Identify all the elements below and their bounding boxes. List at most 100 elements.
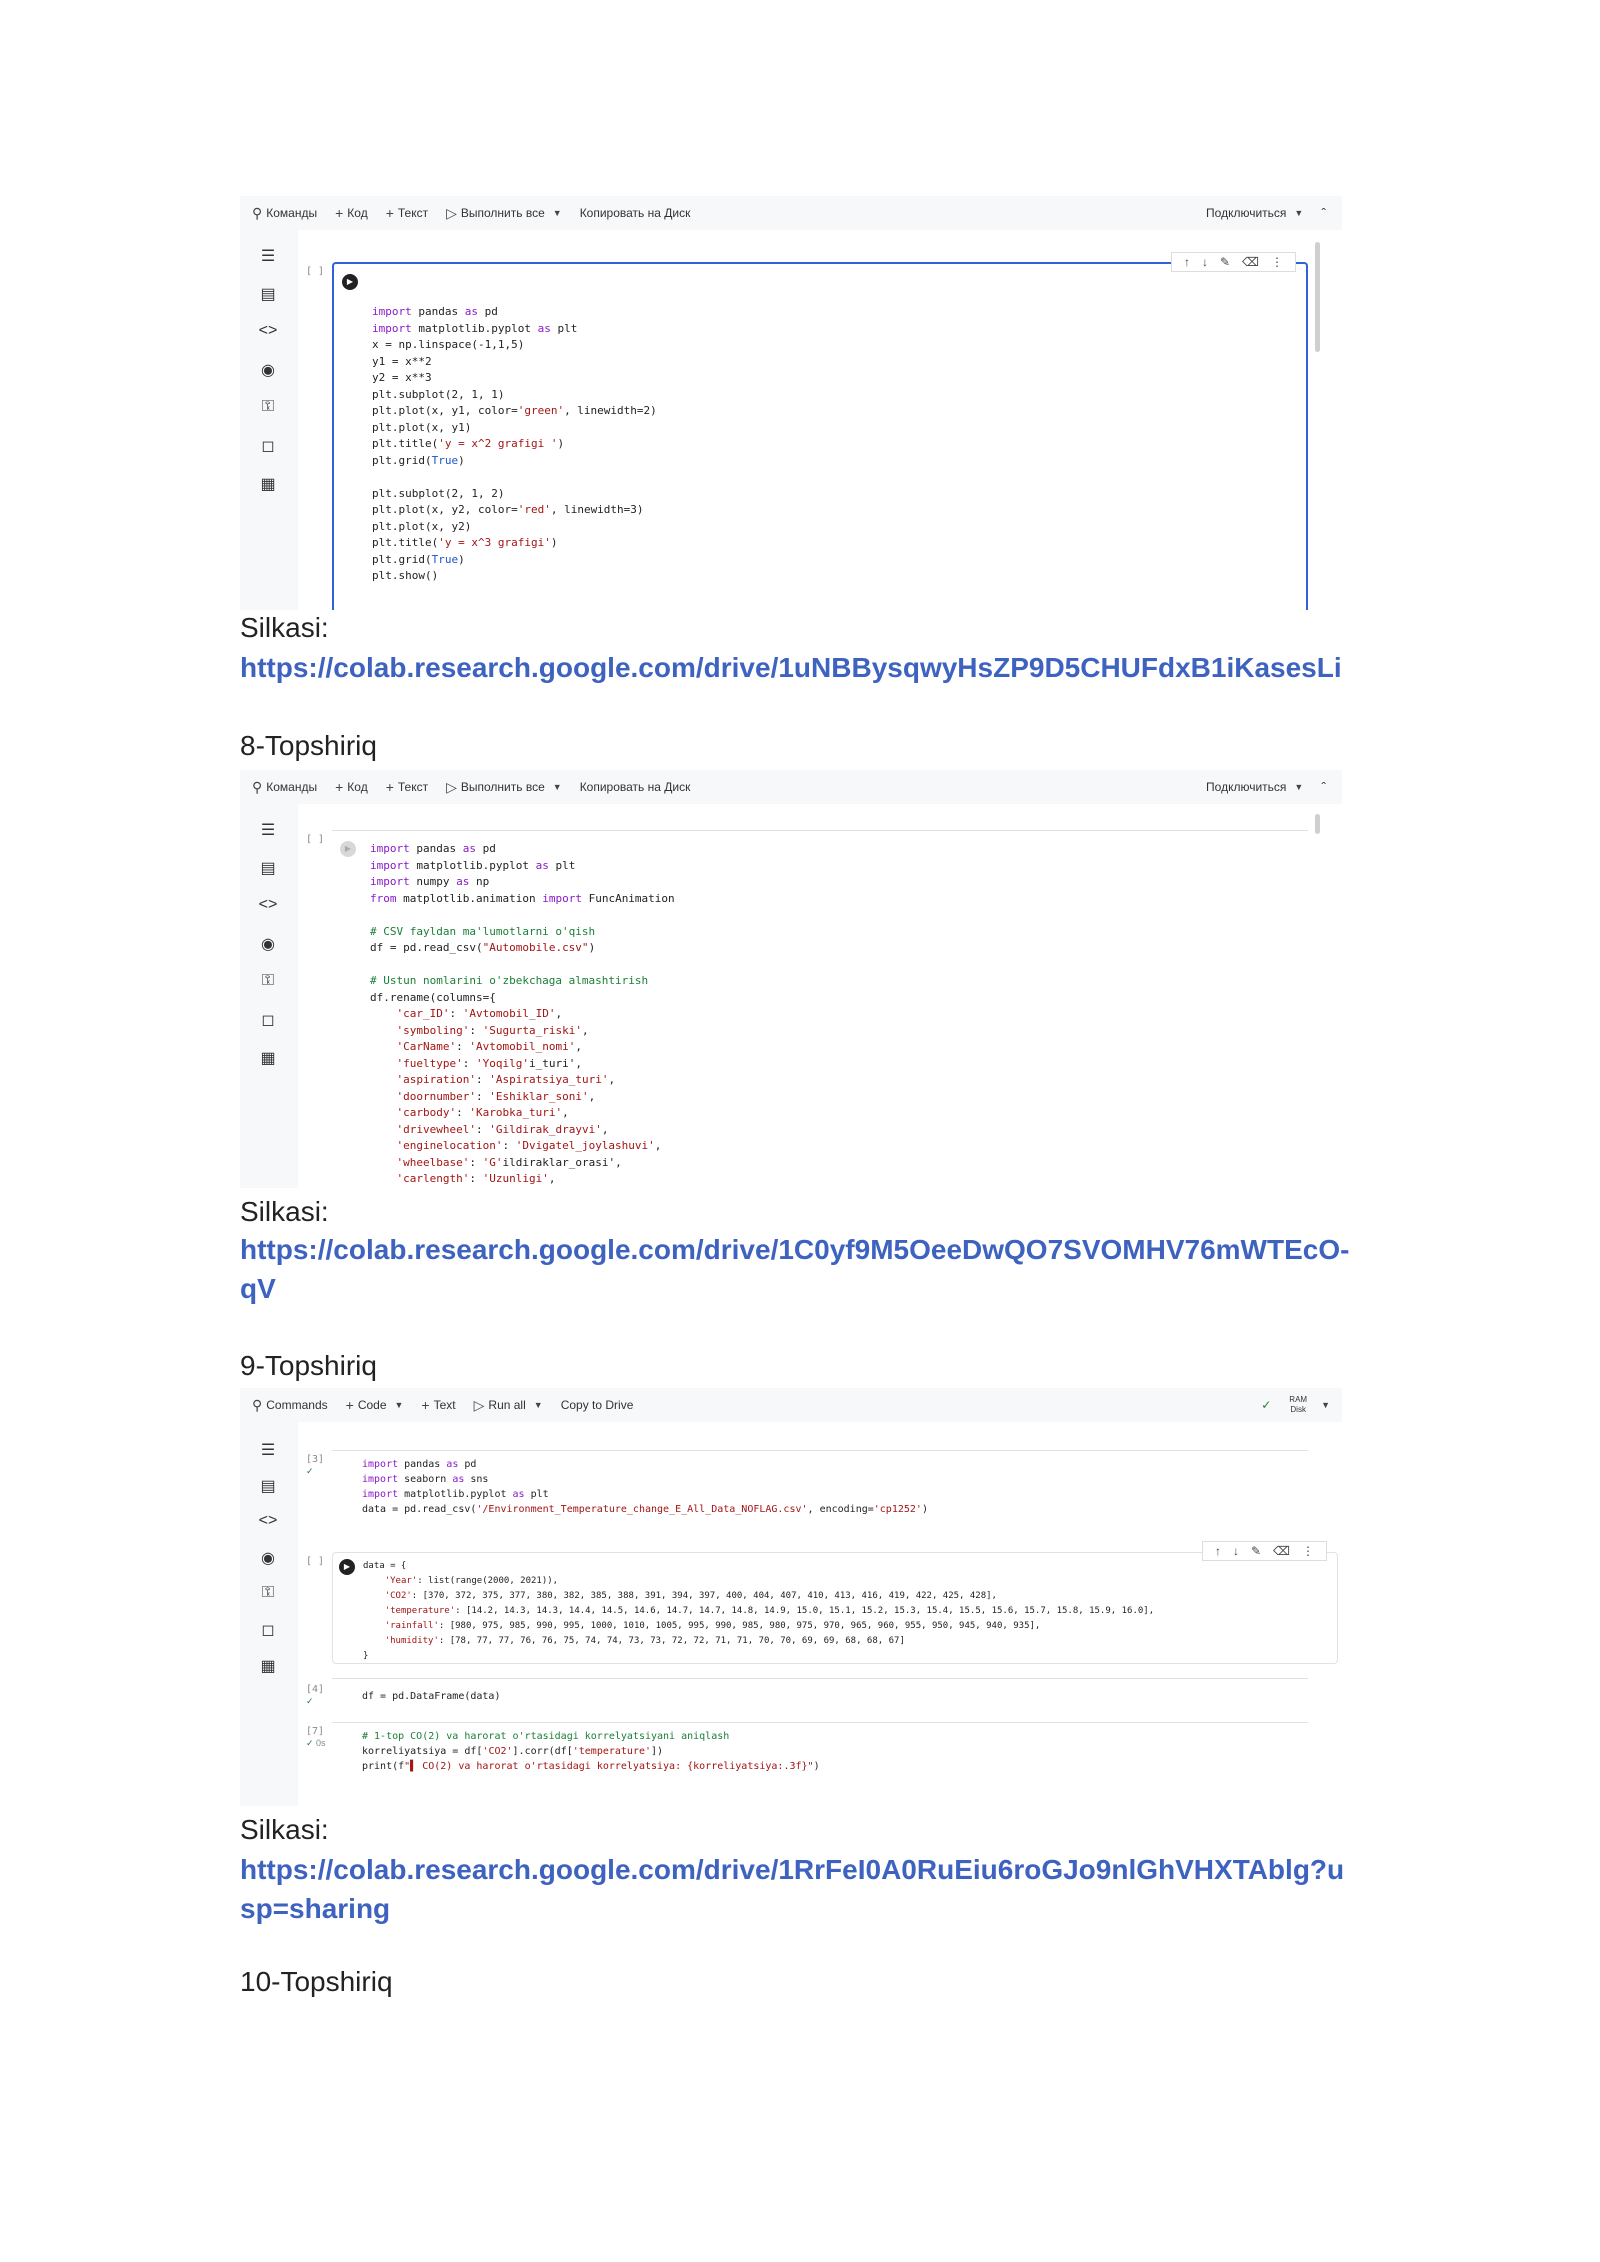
terminal-table-icon[interactable]: ▦ bbox=[257, 474, 279, 494]
more-options-icon[interactable]: ⋮ bbox=[1302, 1544, 1314, 1558]
toolbar-copy-to-drive[interactable]: Копировать на Диск bbox=[580, 206, 691, 220]
find-icon[interactable]: ▤ bbox=[257, 284, 279, 304]
move-down-icon[interactable]: ↓ bbox=[1233, 1544, 1239, 1558]
scrollbar[interactable] bbox=[1315, 814, 1320, 834]
connect-button[interactable]: Подключиться ▼ bbox=[1206, 780, 1303, 794]
toolbar-run-all[interactable]: ▷ Run all ▼ bbox=[474, 1397, 543, 1414]
code-editor[interactable]: df = pd.DataFrame(data) bbox=[362, 1689, 500, 1704]
toolbar-add-code[interactable]: + Код bbox=[335, 205, 368, 221]
colab-toolbar: ⚲ Команды + Код + Текст ▷ Выполнить все ▼ Коп… bbox=[240, 770, 1342, 804]
plus-icon: + bbox=[335, 205, 344, 221]
delete-icon[interactable]: ⌫ bbox=[1242, 255, 1259, 269]
secrets-icon[interactable]: ⚿ bbox=[257, 1584, 279, 1602]
sidebar: ☰ ▤ <> ◉ ⚿ ◻ ▦ bbox=[240, 1422, 298, 1806]
toolbar-run-all[interactable]: ▷ Выполнить все ▼ bbox=[446, 779, 562, 796]
toolbar-add-text[interactable]: + Text bbox=[421, 1397, 455, 1413]
colab-link-2[interactable]: https://colab.research.google.com/drive/… bbox=[240, 1230, 1350, 1308]
edit-icon[interactable]: ✎ bbox=[1220, 255, 1230, 269]
play-icon: ▷ bbox=[446, 204, 457, 221]
find-icon[interactable]: ▤ bbox=[257, 858, 279, 878]
toolbar-add-code[interactable]: + Code ▼ bbox=[346, 1397, 404, 1413]
sidebar: ☰ ▤ <> ◉ ⚿ ◻ ▦ bbox=[240, 230, 298, 610]
toolbar-add-code[interactable]: + Код bbox=[335, 779, 368, 795]
executed-check-icon: ✓ 0s bbox=[306, 1738, 326, 1748]
move-up-icon[interactable]: ↑ bbox=[1184, 255, 1190, 269]
variables-icon[interactable]: ◉ bbox=[257, 1548, 279, 1568]
chevron-down-icon: ▼ bbox=[394, 1400, 404, 1410]
connect-button[interactable]: Подключиться ▼ bbox=[1206, 206, 1303, 220]
cell-toolbar: ↑ ↓ ✎ ⌫ ⋮ bbox=[1170, 252, 1296, 272]
ram-disk-indicator[interactable]: RAM Disk bbox=[1289, 1395, 1307, 1415]
secrets-icon[interactable]: ⚿ bbox=[257, 398, 279, 416]
code-editor[interactable]: import pandas as pd import matplotlib.py… bbox=[370, 841, 675, 1188]
chevron-down-icon: ▼ bbox=[1294, 782, 1304, 792]
code-snippets-icon[interactable]: <> bbox=[257, 1512, 279, 1530]
secrets-icon[interactable]: ⚿ bbox=[257, 972, 279, 990]
code-cell[interactable]: ↑ ↓ ✎ ⌫ ⋮ ▶ data = { 'Year': list(range(… bbox=[332, 1541, 1338, 1664]
colab-toolbar: ⚲ Команды + Код + Текст ▷ Выполнить все ▼ Коп… bbox=[240, 196, 1342, 230]
chevron-down-icon: ▼ bbox=[552, 208, 562, 218]
colab-link-1[interactable]: https://colab.research.google.com/drive/… bbox=[240, 648, 1350, 687]
terminal-table-icon[interactable]: ▦ bbox=[257, 1048, 279, 1068]
code-cell[interactable]: # 1-top CO(2) va harorat o'rtasidagi kor… bbox=[332, 1722, 1308, 1806]
code-cell[interactable]: ▶ import pandas as pd import matplotlib.… bbox=[332, 830, 1308, 1188]
more-options-icon[interactable]: ⋮ bbox=[1271, 255, 1283, 269]
toc-icon[interactable]: ☰ bbox=[257, 1440, 279, 1460]
move-down-icon[interactable]: ↓ bbox=[1202, 255, 1208, 269]
code-cell[interactable]: import pandas as pd import seaborn as sn… bbox=[332, 1450, 1308, 1543]
code-editor[interactable]: data = { 'Year': list(range(2000, 2021))… bbox=[363, 1559, 1154, 1664]
toolbar-copy-to-drive[interactable]: Copy to Drive bbox=[561, 1398, 634, 1412]
toc-icon[interactable]: ☰ bbox=[257, 820, 279, 840]
toolbar-commands[interactable]: ⚲ Команды bbox=[252, 779, 317, 796]
terminal-table-icon[interactable]: ▦ bbox=[257, 1656, 279, 1676]
run-cell-button[interactable]: ▶ bbox=[340, 841, 356, 857]
toolbar-commands[interactable]: ⚲ Commands bbox=[252, 1397, 328, 1414]
toolbar-run-all[interactable]: ▷ Выполнить все ▼ bbox=[446, 205, 562, 222]
executed-check-icon: ✓ bbox=[306, 1466, 314, 1476]
search-icon: ⚲ bbox=[252, 204, 263, 221]
cell-execution-count: [ ] bbox=[306, 266, 325, 277]
colab-screenshot-2: ⚲ Команды + Код + Текст ▷ Выполнить все ▼ Коп… bbox=[240, 770, 1342, 1188]
code-snippets-icon[interactable]: <> bbox=[257, 896, 279, 914]
folder-icon[interactable]: ◻ bbox=[257, 436, 279, 456]
silkasi-label-2: Silkasi: bbox=[240, 1196, 329, 1227]
code-cell[interactable]: df = pd.DataFrame(data) bbox=[332, 1678, 1308, 1719]
runtime-menu-button[interactable]: ▼ bbox=[1313, 1400, 1330, 1410]
scrollbar[interactable] bbox=[1315, 242, 1320, 352]
variables-icon[interactable]: ◉ bbox=[257, 934, 279, 954]
chevron-down-icon: ▼ bbox=[1294, 208, 1304, 218]
code-cell[interactable]: ↑ ↓ ✎ ⌫ ⋮ ▶ import pandas as pd import m… bbox=[332, 252, 1308, 610]
folder-icon[interactable]: ◻ bbox=[257, 1620, 279, 1640]
play-icon: ▷ bbox=[473, 1396, 485, 1413]
move-up-icon[interactable]: ↑ bbox=[1215, 1544, 1221, 1558]
toolbar-add-text[interactable]: + Текст bbox=[386, 205, 428, 221]
colab-toolbar: ⚲ Commands + Code ▼ + Text ▷ Run all ▼ Copy to… bbox=[240, 1388, 1342, 1422]
connected-check-icon: ✓ bbox=[1261, 1398, 1272, 1412]
folder-icon[interactable]: ◻ bbox=[257, 1010, 279, 1030]
toc-icon[interactable]: ☰ bbox=[257, 246, 279, 266]
chevron-down-icon: ▼ bbox=[533, 1400, 543, 1410]
toolbar-copy-to-drive[interactable]: Копировать на Диск bbox=[580, 780, 691, 794]
edit-icon[interactable]: ✎ bbox=[1251, 1544, 1261, 1558]
delete-icon[interactable]: ⌫ bbox=[1273, 1544, 1290, 1558]
code-editor[interactable]: # 1-top CO(2) va harorat o'rtasidagi kor… bbox=[362, 1729, 820, 1774]
collapse-toolbar-button[interactable]: ˆ bbox=[1321, 205, 1330, 221]
toolbar-commands[interactable]: ⚲ Команды bbox=[252, 205, 317, 222]
run-cell-button[interactable]: ▶ bbox=[339, 1559, 355, 1575]
code-snippets-icon[interactable]: <> bbox=[257, 322, 279, 340]
heading-9-topshiriq: 9-Topshiriq bbox=[240, 1350, 377, 1381]
collapse-toolbar-button[interactable]: ˆ bbox=[1321, 779, 1330, 795]
find-icon[interactable]: ▤ bbox=[257, 1476, 279, 1496]
plus-icon: + bbox=[385, 205, 394, 221]
code-editor[interactable]: import pandas as pd import matplotlib.py… bbox=[372, 304, 657, 585]
code-editor[interactable]: import pandas as pd import seaborn as sn… bbox=[362, 1457, 928, 1517]
run-cell-button[interactable]: ▶ bbox=[342, 274, 358, 290]
variables-icon[interactable]: ◉ bbox=[257, 360, 279, 380]
executed-check-icon: ✓ bbox=[306, 1696, 314, 1706]
chevron-up-icon: ˆ bbox=[1321, 779, 1326, 795]
chevron-down-icon: ▼ bbox=[552, 782, 562, 792]
silkasi-label-1: Silkasi: bbox=[240, 612, 329, 643]
colab-link-3[interactable]: https://colab.research.google.com/drive/… bbox=[240, 1850, 1350, 1928]
toolbar-add-text[interactable]: + Текст bbox=[386, 779, 428, 795]
silkasi-label-3: Silkasi: bbox=[240, 1814, 329, 1845]
